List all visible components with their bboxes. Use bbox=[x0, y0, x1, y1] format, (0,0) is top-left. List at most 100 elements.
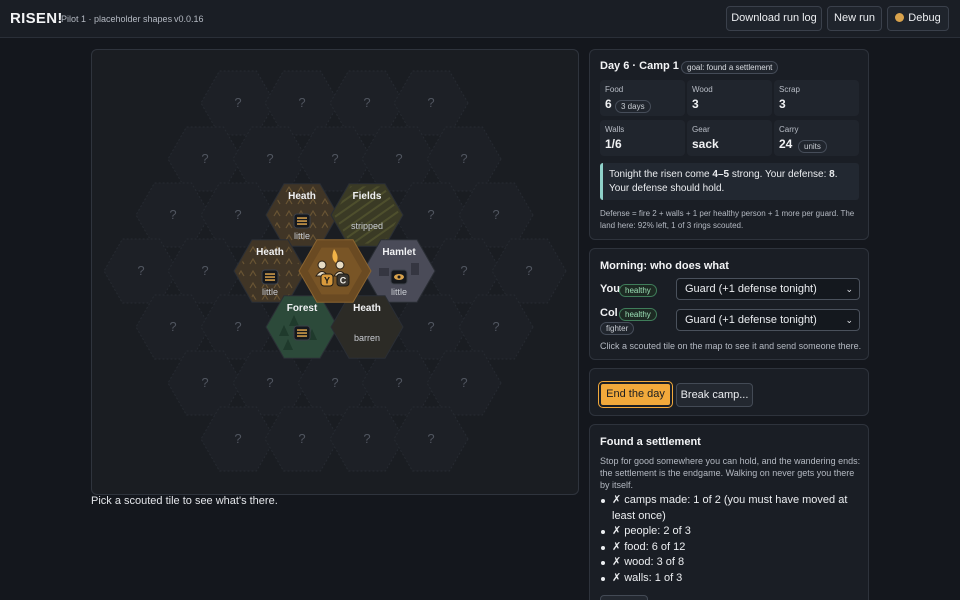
settlement-requirements: ✗ camps made: 1 of 2 (you must have moved… bbox=[600, 493, 864, 586]
hex-unknown-glyph: ? bbox=[427, 319, 434, 334]
tonight-text-3: . bbox=[834, 169, 838, 180]
hex-unknown-glyph: ? bbox=[331, 375, 338, 390]
app-subtitle: Pilot 1 · placeholder shapes bbox=[61, 14, 173, 24]
stat-food: Food 6 3 days bbox=[600, 80, 685, 116]
assignment-value-you: Guard (+1 defense tonight) bbox=[685, 283, 817, 295]
stat-carry: Carry 24 units bbox=[774, 120, 859, 156]
defense-verdict: Your defense should hold. bbox=[609, 183, 725, 194]
hex-unknown-glyph: ? bbox=[525, 263, 532, 278]
new-run-button[interactable]: New run bbox=[827, 6, 882, 31]
unmet-mark: ✗ bbox=[612, 571, 622, 584]
resource-icon bbox=[293, 325, 311, 341]
unmet-mark: ✗ bbox=[612, 525, 622, 537]
hex-unknown-glyph: ? bbox=[298, 95, 305, 110]
actions-panel: End the day Break camp... bbox=[589, 368, 869, 416]
hex-tile-note: little bbox=[391, 287, 407, 297]
hex-unknown-glyph: ? bbox=[201, 263, 208, 278]
debug-button[interactable]: Debug bbox=[887, 6, 949, 31]
requirement-text: walls: 1 of 3 bbox=[624, 571, 683, 584]
stat-wood: Wood 3 bbox=[687, 80, 772, 116]
debug-label: Debug bbox=[908, 12, 941, 24]
requirement-item: ✗ people: 2 of 3 bbox=[600, 524, 864, 540]
stat-gear: Gear sack bbox=[687, 120, 772, 156]
defense-formula: Defense = fire 2 + walls + 1 per healthy… bbox=[600, 209, 855, 230]
requirement-text: food: 6 of 12 bbox=[624, 540, 686, 553]
hex-map[interactable]: ?????????????????????????????? Heath litt… bbox=[91, 49, 579, 495]
unmet-mark: ✗ bbox=[612, 556, 622, 568]
hex-tile-name: Heath bbox=[288, 191, 316, 202]
hex-unknown-glyph: ? bbox=[492, 207, 499, 222]
stat-carry-value: 24 bbox=[779, 137, 793, 151]
house-icon bbox=[411, 263, 419, 275]
stat-walls-label: Walls bbox=[605, 125, 625, 134]
top-bar: RISEN! Pilot 1 · placeholder shapes v0.0… bbox=[0, 0, 960, 38]
assignment-select-you[interactable]: Guard (+1 defense tonight) ⌄ bbox=[676, 278, 860, 300]
requirement-text: people: 2 of 3 bbox=[624, 525, 691, 537]
app-title: RISEN! bbox=[10, 10, 63, 27]
person-name-you: You bbox=[600, 283, 620, 295]
stat-carry-label: Carry bbox=[779, 125, 799, 134]
hex-unknown-glyph: ? bbox=[460, 263, 467, 278]
app-version: v0.0.16 bbox=[174, 14, 204, 24]
chevron-down-icon: ⌄ bbox=[845, 315, 853, 325]
resource-icon bbox=[261, 269, 279, 285]
hex-unknown-glyph: ? bbox=[201, 375, 208, 390]
hex-unknown-glyph: ? bbox=[460, 375, 467, 390]
hex-unknown-glyph: ? bbox=[266, 151, 273, 166]
hex-tile-name: Heath bbox=[353, 303, 381, 314]
hex-unknown-glyph: ? bbox=[363, 95, 370, 110]
stat-walls-value: 1/6 bbox=[605, 137, 622, 151]
person-head-icon bbox=[317, 260, 327, 270]
requirement-text: wood: 3 of 8 bbox=[624, 556, 685, 568]
settle-button[interactable] bbox=[600, 595, 648, 600]
download-run-log-label: Download run log bbox=[731, 12, 817, 24]
hex-unknown-glyph: ? bbox=[460, 151, 467, 166]
assignment-value-col: Guard (+1 defense tonight) bbox=[685, 314, 817, 326]
hex-unknown-glyph: ? bbox=[395, 375, 402, 390]
camp-title: Day 6 · Camp 1 bbox=[600, 60, 679, 72]
status-badge-you: healthy bbox=[619, 284, 657, 297]
stat-wood-label: Wood bbox=[692, 85, 713, 94]
chevron-down-icon: ⌄ bbox=[845, 284, 853, 294]
hex-tile-name: Fields bbox=[353, 191, 382, 202]
goal-badge: goal: found a settlement bbox=[681, 61, 779, 74]
person-token-label: C bbox=[340, 276, 347, 286]
requirement-item: ✗ food: 6 of 12 bbox=[600, 540, 864, 556]
stat-scrap-label: Scrap bbox=[779, 85, 800, 94]
tonight-text-2: strong. Your defense: bbox=[729, 169, 830, 180]
map-hint: Pick a scouted tile to see what's there. bbox=[91, 495, 278, 507]
stat-carry-units: units bbox=[798, 140, 827, 153]
morning-title: Morning: who does what bbox=[600, 260, 729, 272]
hex-unknown-glyph: ? bbox=[234, 319, 241, 334]
stat-scrap-value: 3 bbox=[779, 97, 786, 111]
end-day-button[interactable]: End the day bbox=[598, 381, 673, 408]
hex-unknown-glyph: ? bbox=[427, 431, 434, 446]
hex-tile-name: Heath bbox=[256, 247, 284, 258]
unmet-mark: ✗ bbox=[612, 494, 622, 506]
requirement-item: ✗ camps made: 1 of 2 (you must have moved… bbox=[600, 493, 864, 524]
stat-gear-label: Gear bbox=[692, 125, 710, 134]
person-head-icon bbox=[335, 260, 345, 270]
stat-food-label: Food bbox=[605, 85, 624, 94]
end-day-label: End the day bbox=[606, 388, 665, 400]
hex-unknown-glyph: ? bbox=[266, 375, 273, 390]
hex-tile-note: little bbox=[294, 231, 310, 241]
assignment-select-col[interactable]: Guard (+1 defense tonight) ⌄ bbox=[676, 309, 860, 331]
hex-unknown-glyph: ? bbox=[234, 95, 241, 110]
morning-hint: Click a scouted tile on the map to see i… bbox=[600, 341, 862, 351]
morning-panel: Morning: who does what You healthy Guard… bbox=[589, 248, 869, 360]
hex-unknown-glyph: ? bbox=[201, 151, 208, 166]
hex-map-canvas[interactable]: ?????????????????????????????? Heath litt… bbox=[92, 50, 579, 495]
role-badge-col: fighter bbox=[600, 322, 635, 335]
download-run-log-button[interactable]: Download run log bbox=[726, 6, 822, 31]
hex-unknown-glyph: ? bbox=[234, 431, 241, 446]
hex-tile-note: stripped bbox=[351, 221, 383, 231]
break-camp-button[interactable]: Break camp... bbox=[676, 383, 753, 407]
stat-food-value: 6 bbox=[605, 97, 612, 111]
hex-tile-note: little bbox=[262, 287, 278, 297]
hex-tile-name: Hamlet bbox=[382, 247, 416, 258]
hex-unknown-glyph: ? bbox=[298, 431, 305, 446]
house-icon bbox=[379, 268, 389, 276]
person-token-label: Y bbox=[324, 276, 330, 286]
hex-unknown-glyph: ? bbox=[169, 319, 176, 334]
